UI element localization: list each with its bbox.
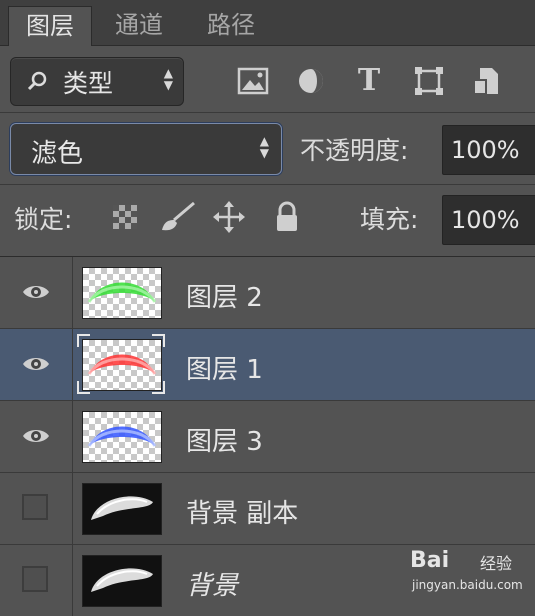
watermark-brand: Bai <box>410 548 450 573</box>
chevron-updown-icon: ▲ ▼ <box>163 66 173 92</box>
eye-icon <box>23 430 49 442</box>
layer-name[interactable]: 图层 3 <box>186 421 263 458</box>
opacity-input[interactable]: 100% <box>442 125 535 175</box>
visibility-toggle[interactable] <box>0 329 73 400</box>
lock-label: 锁定: <box>14 205 73 234</box>
fill-label: 填充: <box>360 205 419 234</box>
shape-filter-icon[interactable] <box>412 66 446 96</box>
search-icon <box>25 69 49 97</box>
layer-row[interactable]: 背景 副本 <box>0 473 535 545</box>
tab-channels[interactable]: 通道 <box>96 6 182 45</box>
adjustment-filter-icon[interactable] <box>294 66 328 96</box>
layer-name[interactable]: 图层 2 <box>186 277 263 314</box>
layer-name[interactable]: 背景 <box>186 565 238 602</box>
opacity-value: 100% <box>451 136 520 164</box>
layer-row-selected[interactable]: 图层 1 <box>0 329 535 401</box>
lock-transparent-icon[interactable] <box>108 200 142 234</box>
opacity-label: 不透明度: <box>300 136 409 165</box>
lock-all-icon[interactable] <box>270 200 304 234</box>
layer-thumbnail <box>82 483 162 535</box>
visibility-toggle[interactable] <box>0 473 73 544</box>
tab-layers[interactable]: 图层 <box>8 6 92 46</box>
watermark-url: jingyan.baidu.com <box>412 578 523 592</box>
layer-row[interactable]: 图层 3 <box>0 401 535 473</box>
image-filter-icon[interactable] <box>236 66 270 96</box>
visibility-toggle[interactable] <box>0 401 73 472</box>
layer-name[interactable]: 背景 副本 <box>186 493 298 530</box>
layer-name[interactable]: 图层 1 <box>186 349 263 386</box>
visibility-toggle[interactable] <box>0 257 73 328</box>
blend-mode-dropdown[interactable]: 滤色 ▲ ▼ <box>10 123 282 175</box>
watermark-brand-suffix: 经验 <box>480 554 513 573</box>
fill-input[interactable]: 100% <box>442 195 535 245</box>
selection-bracket <box>77 334 165 394</box>
eye-icon <box>23 358 49 370</box>
hidden-visibility-box <box>22 494 48 520</box>
layer-thumbnail <box>82 411 162 463</box>
filter-kind-dropdown[interactable]: 类型 ▲ ▼ <box>10 57 184 106</box>
visibility-toggle[interactable] <box>0 545 73 616</box>
baidu-watermark: Bai 经验 jingyan.baidu.com <box>410 548 530 600</box>
layer-thumbnail <box>82 267 162 319</box>
lock-position-icon[interactable] <box>212 200 246 234</box>
filter-kind-label: 类型 <box>63 69 114 98</box>
panel-tab-bar: 图层 通道 路径 <box>0 0 535 46</box>
lock-paint-icon[interactable] <box>158 200 195 234</box>
type-filter-icon[interactable]: T <box>352 66 386 96</box>
layer-thumbnail <box>82 555 162 607</box>
eye-icon <box>23 286 49 298</box>
blend-mode-label: 滤色 <box>31 139 84 169</box>
hidden-visibility-box <box>22 566 48 592</box>
divider <box>0 112 535 113</box>
layer-row[interactable]: 图层 2 <box>0 257 535 329</box>
smart-object-filter-icon[interactable] <box>470 66 504 96</box>
chevron-updown-icon: ▲ ▼ <box>259 134 269 160</box>
tab-paths[interactable]: 路径 <box>188 6 274 45</box>
fill-value: 100% <box>451 206 520 234</box>
divider <box>0 184 535 185</box>
